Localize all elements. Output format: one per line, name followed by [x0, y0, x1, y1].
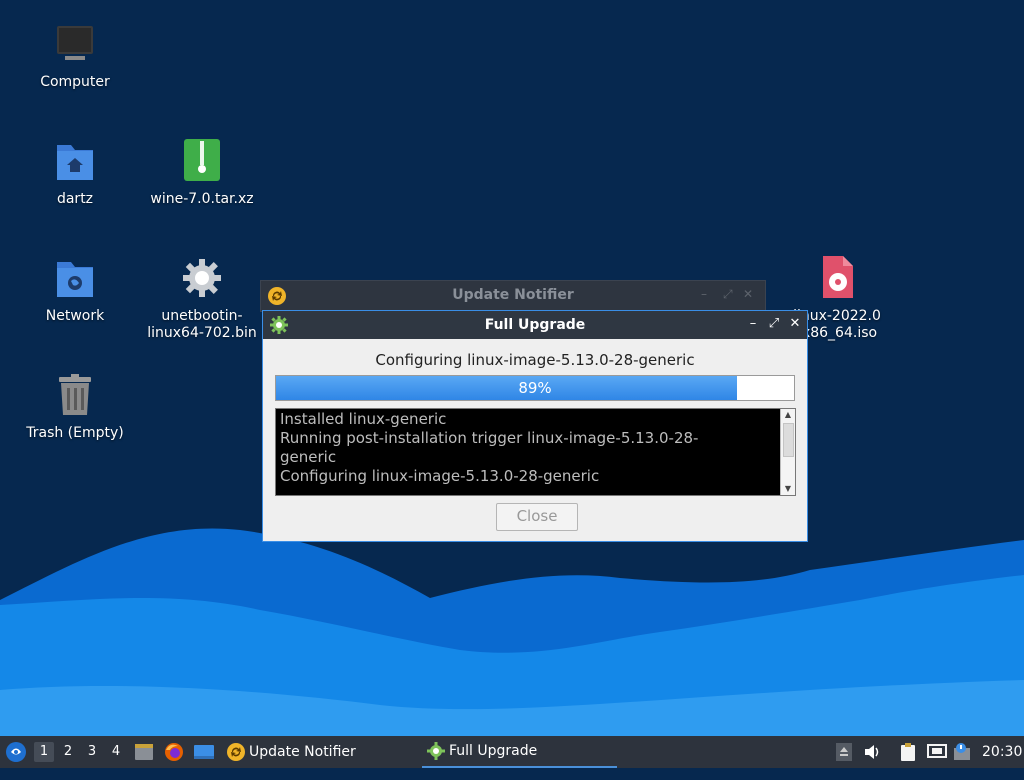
progress-bar: 89%: [275, 375, 795, 401]
log-line: Configuring linux-image-5.13.0-28-generi…: [280, 467, 600, 485]
network-wired-icon[interactable]: [926, 742, 947, 762]
dialog-title: Full Upgrade: [484, 317, 586, 333]
workspace-3[interactable]: 3: [82, 742, 102, 762]
scroll-down-arrow-icon[interactable]: ▼: [781, 483, 795, 495]
disc-image-icon: [813, 256, 861, 304]
start-menu-icon[interactable]: [4, 736, 28, 768]
desktop-icon-unetbootin[interactable]: unetbootin- linux64-702.bin: [147, 256, 257, 342]
task-update-notifier[interactable]: Update Notifier: [224, 736, 414, 768]
scroll-thumb[interactable]: [783, 423, 794, 457]
log-line: generic: [280, 448, 337, 466]
tray-arrow-icon[interactable]: [834, 742, 854, 762]
update-notifier-icon: [226, 742, 246, 774]
workspace-1[interactable]: 1: [34, 742, 54, 762]
log-scrollbar[interactable]: ▲ ▼: [780, 409, 795, 495]
desktop-icon-network[interactable]: Network: [20, 256, 130, 325]
task-full-upgrade[interactable]: Full Upgrade: [422, 736, 617, 768]
close-button[interactable]: Close: [496, 503, 578, 531]
status-text: Configuring linux-image-5.13.0-28-generi…: [375, 351, 695, 369]
maximize-button[interactable]: ⤢: [766, 316, 782, 332]
upgrade-gear-icon: [426, 741, 446, 773]
update-available-icon[interactable]: [952, 742, 972, 762]
archive-icon: [178, 139, 226, 187]
desktop-icon-label-line1: unetbootin-: [161, 308, 243, 324]
full-upgrade-dialog: Full Upgrade – ⤢ ✕ Configuring linux-ima…: [262, 310, 808, 542]
clipboard-icon[interactable]: [898, 742, 918, 762]
volume-icon[interactable]: [862, 742, 882, 762]
task-label: Full Upgrade: [449, 743, 538, 759]
monitor-icon: [51, 22, 99, 70]
task-label: Update Notifier: [249, 744, 356, 760]
firefox-launcher-icon[interactable]: [164, 742, 184, 762]
desktop-icon-dartz[interactable]: dartz: [20, 139, 130, 208]
desktop-icon-label-line2: linux64-702.bin: [147, 325, 257, 341]
taskbar: 1 2 3 4 Update Notifier Full Upgrade 20:…: [0, 736, 1024, 768]
progress-label: 89%: [518, 379, 552, 397]
desktop-icon-label: Network: [45, 308, 105, 324]
clock[interactable]: 20:30: [982, 736, 1022, 768]
scroll-up-arrow-icon[interactable]: ▲: [781, 409, 795, 421]
desktop-icon-label: Trash (Empty): [26, 425, 124, 441]
window-title: Update Notifier: [452, 287, 574, 303]
gear-icon: [178, 256, 226, 304]
log-line: Running post-installation trigger linux-…: [280, 429, 699, 447]
trash-icon: [51, 373, 99, 421]
desktop-icon-label: Computer: [40, 74, 110, 90]
close-window-button[interactable]: ✕: [787, 316, 803, 332]
log-text: Installed linux-generic Running post-inst…: [280, 410, 777, 486]
update-notifier-window[interactable]: Update Notifier – ⤢ ✕: [260, 280, 766, 312]
workspace-2[interactable]: 2: [58, 742, 78, 762]
desktop-icon-computer[interactable]: Computer: [20, 22, 130, 91]
dialog-titlebar[interactable]: Full Upgrade – ⤢ ✕: [263, 311, 807, 339]
desktop-icon-wine-archive[interactable]: wine-7.0.tar.xz: [147, 139, 257, 208]
minimize-button[interactable]: –: [701, 287, 707, 301]
home-folder-icon: [51, 139, 99, 187]
maximize-button[interactable]: ⤢: [723, 287, 733, 302]
desktop-icon-label: dartz: [56, 191, 94, 207]
workspace-4[interactable]: 4: [106, 742, 126, 762]
show-desktop-icon[interactable]: [193, 742, 215, 762]
log-output[interactable]: Installed linux-generic Running post-inst…: [275, 408, 796, 496]
minimize-button[interactable]: –: [745, 316, 761, 332]
network-folder-icon: [51, 256, 99, 304]
close-button[interactable]: ✕: [743, 287, 753, 301]
log-line: Installed linux-generic: [280, 410, 447, 428]
desktop-icon-label: wine-7.0.tar.xz: [150, 191, 254, 207]
desktop-icon-trash[interactable]: Trash (Empty): [20, 373, 130, 442]
desktop: Computer dartz wine-7.0.tar.xz Network u…: [0, 0, 1024, 736]
file-manager-launcher-icon[interactable]: [134, 742, 154, 762]
